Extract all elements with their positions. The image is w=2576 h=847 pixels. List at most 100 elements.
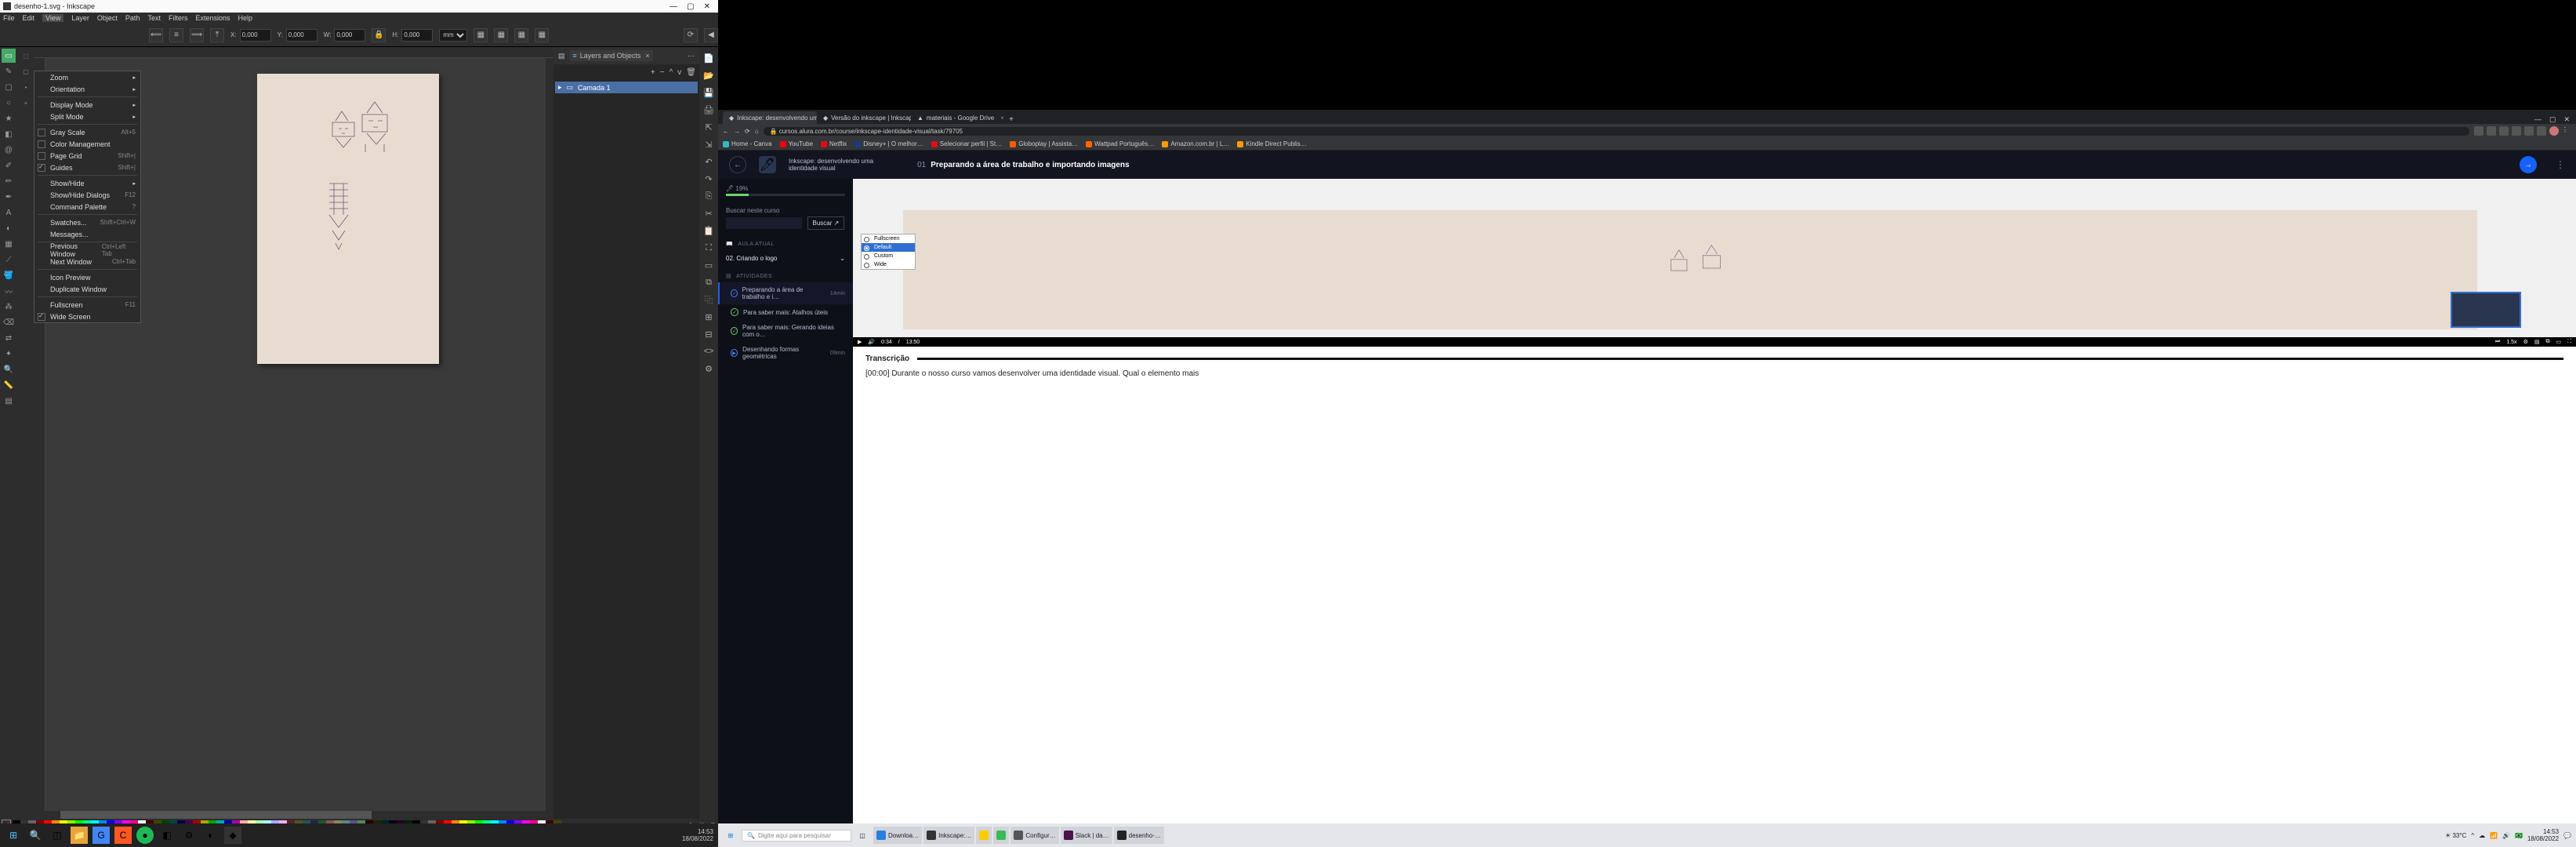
chrome-minimize[interactable]: — (2534, 115, 2542, 124)
taskbar-spotify[interactable]: ● (136, 827, 154, 844)
dropper-tool[interactable]: ⟋ (2, 253, 16, 267)
view-menu-item[interactable]: Next WindowCtrl+Tab (34, 256, 140, 267)
browser-tab-2[interactable]: ◆Versão do inkscape | Inkscape: × (817, 111, 911, 124)
bezier-tool[interactable]: ✐ (2, 158, 16, 173)
rect-tool[interactable]: ▢ (2, 80, 16, 94)
menu-edit[interactable]: Edit (23, 14, 35, 22)
open-icon[interactable]: 📂 (702, 69, 715, 82)
activity-item[interactable]: ▶Desenhando formas geométricas09min (718, 342, 853, 364)
transcript-icon[interactable]: ▤ (2534, 339, 2540, 345)
measure-tool[interactable]: 📏 (2, 378, 16, 392)
taskbar-app[interactable]: Configur… (1010, 827, 1058, 844)
volume-tray-icon[interactable]: 🔊 (2502, 832, 2510, 839)
reload-icon[interactable]: ⟳ (745, 128, 750, 135)
connector-tool[interactable]: ⇄ (2, 331, 16, 345)
print-icon[interactable]: 🖨 (702, 104, 715, 116)
bookmark-item[interactable]: Globoplay | Assista… (1010, 140, 1078, 147)
bookmark-item[interactable]: Selecionar perfil | St… (931, 140, 1002, 147)
taskbar-app[interactable]: Inkscape:… (923, 827, 974, 844)
spiral-tool[interactable]: @ (2, 143, 16, 157)
duplicate-icon[interactable]: ⧉ (702, 276, 715, 289)
chrome-maximize[interactable]: ▢ (2549, 115, 2556, 124)
clone-icon[interactable]: ⿻ (702, 293, 715, 306)
cut-icon[interactable]: ✂ (702, 207, 715, 220)
lang-icon[interactable]: 🇧🇷 (2515, 832, 2523, 839)
display-mode-option[interactable]: Fullscreen (862, 234, 915, 243)
nav-forward-icon[interactable]: → (734, 128, 740, 135)
eraser-tool[interactable]: ⌫ (2, 315, 16, 329)
star-tool[interactable]: ★ (2, 111, 16, 125)
menu-text[interactable]: Text (147, 14, 161, 22)
menu-object[interactable]: Object (97, 14, 118, 22)
paintbucket-tool[interactable]: 🪣 (2, 268, 16, 282)
pencil-tool[interactable]: ✏ (2, 174, 16, 188)
view-menu-item[interactable]: Duplicate Window (34, 283, 140, 295)
task-view-icon[interactable]: ◫ (854, 827, 870, 843)
bookmark-item[interactable]: Home - Canva (723, 140, 772, 147)
task-view-icon[interactable]: ◫ (49, 827, 66, 844)
menu-path[interactable]: Path (125, 14, 140, 22)
tweak-tool[interactable]: 〰 (2, 284, 16, 298)
xml-icon[interactable]: <> (702, 345, 715, 358)
pages-tool[interactable]: ▤ (2, 394, 16, 408)
settings-icon[interactable]: ⚙ (2523, 339, 2528, 345)
nav-back-icon[interactable]: ← (723, 128, 729, 135)
play-icon[interactable]: ▶ (858, 339, 862, 345)
profile-avatar[interactable] (2549, 126, 2559, 136)
taskbar-inkscape[interactable]: ◆ (224, 827, 241, 844)
view-menu-item[interactable]: Show/Hide DialogsF12 (34, 189, 140, 201)
bookmark-item[interactable]: Kindle Direct Publis… (1237, 140, 1306, 147)
display-mode-option[interactable]: Custom (862, 252, 915, 260)
taskbar-app[interactable]: Downloa… (873, 827, 922, 844)
speed-badge[interactable]: 1.5x (2506, 340, 2516, 345)
ellipse-tool[interactable]: ○ (2, 96, 16, 110)
view-menu-item[interactable]: Messages... (34, 228, 140, 240)
snap-toggle[interactable]: ⬚ (19, 49, 33, 63)
start-button[interactable]: ⊞ (723, 827, 738, 843)
undo-icon[interactable]: ↶ (702, 155, 715, 168)
fullscreen-icon[interactable]: ⛶ (2567, 339, 2571, 345)
calligraphy-tool[interactable]: ✒ (2, 190, 16, 204)
theater-icon[interactable]: ▭ (2556, 339, 2561, 345)
scale-pattern-icon[interactable]: ▦ (535, 28, 549, 42)
skip-icon[interactable]: ⏭ (2495, 339, 2500, 345)
home-icon[interactable]: ⌂ (755, 128, 759, 135)
taskbar-app[interactable]: desenho-… (1114, 827, 1164, 844)
course-search-button[interactable]: Buscar ↗ (807, 216, 845, 230)
group-icon[interactable]: ⊞ (702, 311, 715, 323)
chrome-menu-icon[interactable]: ⋮ (2562, 126, 2571, 136)
wifi-icon[interactable]: 📶 (2490, 832, 2498, 839)
tab-close-icon[interactable]: × (1000, 115, 1004, 122)
display-mode-option[interactable]: Default (862, 243, 915, 252)
course-search-input[interactable] (726, 217, 802, 229)
scrollbar-horizontal[interactable] (34, 811, 553, 819)
taskbar-settings[interactable]: ⚙ (180, 827, 198, 844)
view-menu-item[interactable]: Gray ScaleAlt+5 (34, 126, 140, 138)
new-doc-icon[interactable]: 📄 (702, 52, 715, 64)
w-input[interactable] (334, 29, 365, 42)
x-input[interactable] (240, 29, 271, 42)
view-menu-item[interactable]: FullscreenF11 (34, 299, 140, 311)
align-right-icon[interactable]: ⟹ (190, 28, 204, 42)
activity-item[interactable]: ✓Preparando a área de trabalho e i…14min (718, 282, 853, 304)
taskbar-app-2[interactable]: G (93, 827, 110, 844)
h-input[interactable] (401, 29, 433, 42)
view-menu-item[interactable]: Zoom▸ (34, 71, 140, 83)
view-menu-item[interactable]: Command Palette? (34, 201, 140, 213)
menu-layer[interactable]: Layer (71, 14, 89, 22)
back-button[interactable]: ← (729, 156, 746, 173)
activity-item[interactable]: ✓Para saber mais: Gerando ideias com o… (718, 320, 853, 342)
video-player[interactable]: FullscreenDefaultCustomWide (853, 179, 2576, 337)
chrome-close[interactable]: ✕ (2563, 115, 2570, 124)
ext-icon-5[interactable] (2524, 126, 2534, 136)
lesson-menu-icon[interactable]: ⋮ (2556, 159, 2565, 170)
taskbar-app-1[interactable]: 📁 (71, 827, 88, 844)
collapse-panel-icon[interactable]: ◀ (704, 28, 718, 42)
snap-other[interactable]: + (19, 96, 33, 110)
lpe-tool[interactable]: ✦ (2, 347, 16, 361)
mesh-tool[interactable]: ▦ (2, 237, 16, 251)
ungroup-icon[interactable]: ⊟ (702, 328, 715, 340)
weather-widget[interactable]: ☀ 33°C (2445, 832, 2466, 839)
align-top-icon[interactable]: ⤒ (210, 28, 224, 42)
menu-extensions[interactable]: Extensions (195, 14, 230, 22)
